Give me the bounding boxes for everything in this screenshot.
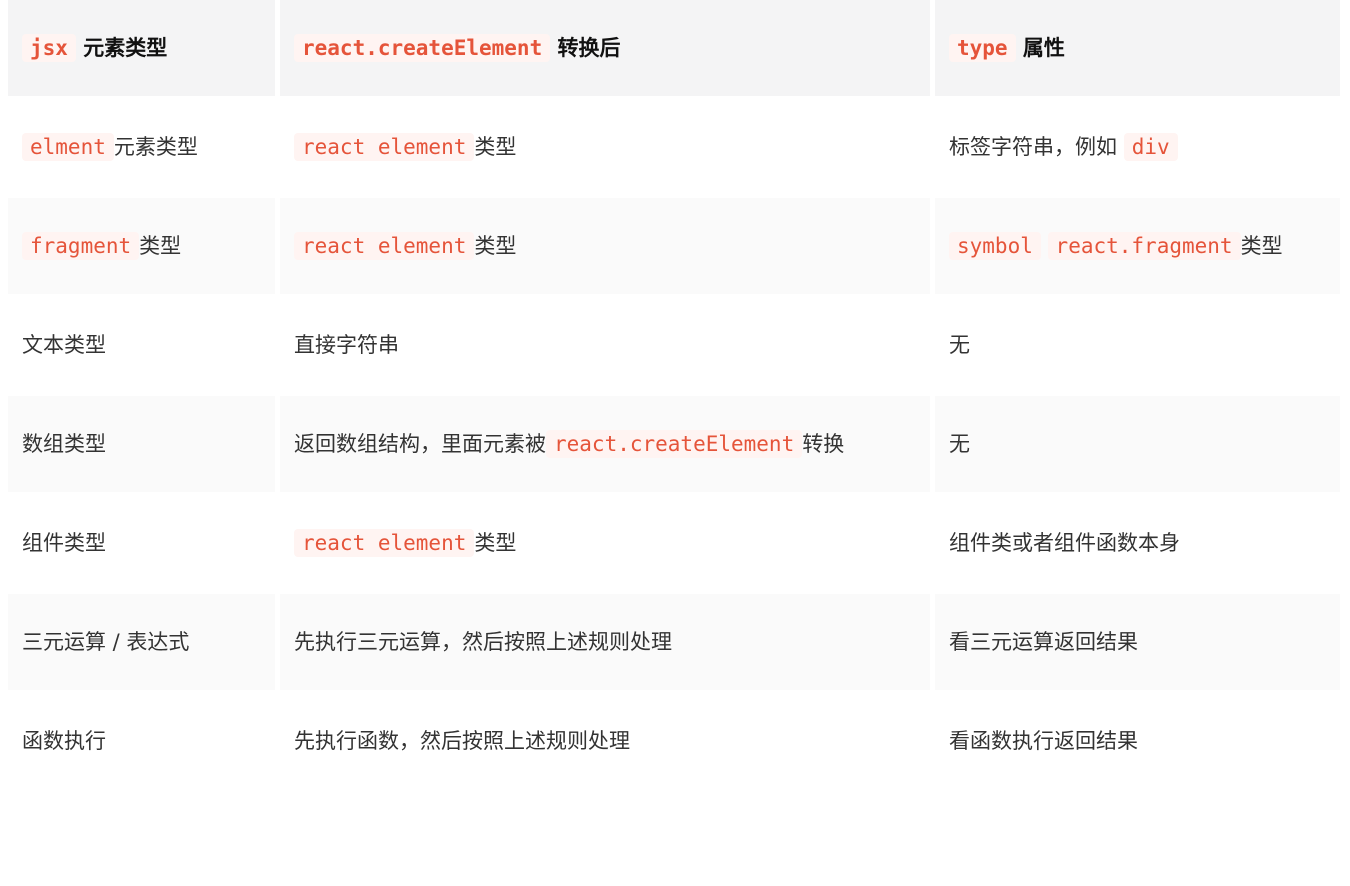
cell: 函数执行	[8, 693, 275, 789]
code: type	[949, 34, 1016, 62]
header-converted: react.createElement 转换后	[280, 0, 930, 96]
cell: 返回数组结构，里面元素被 react.createElement 转换	[280, 396, 930, 492]
code: elment	[22, 133, 114, 161]
cell: react element 类型	[280, 99, 930, 195]
text: 类型	[139, 234, 182, 258]
text: 转换	[802, 432, 845, 456]
text: 类型	[474, 531, 517, 555]
label: 元素类型	[83, 36, 168, 60]
cell: 组件类或者组件函数本身	[935, 495, 1340, 591]
header-type-prop: type 属性	[935, 0, 1340, 96]
text: 元素类型	[113, 135, 198, 159]
code: symbol	[949, 232, 1041, 260]
cell: elment 元素类型	[8, 99, 275, 195]
code: react element	[294, 232, 475, 260]
jsx-conversion-table: jsx 元素类型 react.createElement 转换后 type 属性…	[3, 0, 1345, 792]
table-row: 数组类型 返回数组结构，里面元素被 react.createElement 转换 无	[8, 396, 1340, 492]
cell: 数组类型	[8, 396, 275, 492]
code: react element	[294, 529, 475, 557]
cell: 三元运算 / 表达式	[8, 594, 275, 690]
cell: 标签字符串，例如 div	[935, 99, 1340, 195]
text: 返回数组结构，里面元素被	[294, 432, 546, 456]
table-row: 三元运算 / 表达式 先执行三元运算，然后按照上述规则处理 看三元运算返回结果	[8, 594, 1340, 690]
table-row: 文本类型 直接字符串 无	[8, 297, 1340, 393]
cell: 文本类型	[8, 297, 275, 393]
table-row: fragment 类型 react element 类型 symbol react.…	[8, 198, 1340, 294]
label: 属性	[1022, 36, 1065, 60]
cell: symbol react.fragment 类型	[935, 198, 1340, 294]
cell: react element 类型	[280, 198, 930, 294]
header-jsx-type: jsx 元素类型	[8, 0, 275, 96]
cell: react element 类型	[280, 495, 930, 591]
cell: 无	[935, 396, 1340, 492]
text: 标签字符串，例如	[949, 135, 1117, 159]
code: react.createElement	[546, 430, 803, 458]
table-row: elment 元素类型 react element 类型 标签字符串，例如 div	[8, 99, 1340, 195]
label: 转换后	[557, 36, 621, 60]
text: 类型	[474, 234, 517, 258]
table-row: 组件类型 react element 类型 组件类或者组件函数本身	[8, 495, 1340, 591]
code: div	[1123, 133, 1178, 161]
code: jsx	[22, 34, 76, 62]
cell: 看三元运算返回结果	[935, 594, 1340, 690]
cell: 无	[935, 297, 1340, 393]
code: react element	[294, 133, 475, 161]
cell: 组件类型	[8, 495, 275, 591]
cell: 看函数执行返回结果	[935, 693, 1340, 789]
table-row: 函数执行 先执行函数，然后按照上述规则处理 看函数执行返回结果	[8, 693, 1340, 789]
cell: fragment 类型	[8, 198, 275, 294]
code: react.createElement	[294, 34, 551, 62]
cell: 先执行三元运算，然后按照上述规则处理	[280, 594, 930, 690]
code: react.fragment	[1047, 232, 1241, 260]
code: fragment	[22, 232, 140, 260]
header-row: jsx 元素类型 react.createElement 转换后 type 属性	[8, 0, 1340, 96]
text: 类型	[1240, 234, 1283, 258]
text: 类型	[474, 135, 517, 159]
cell: 直接字符串	[280, 297, 930, 393]
cell: 先执行函数，然后按照上述规则处理	[280, 693, 930, 789]
